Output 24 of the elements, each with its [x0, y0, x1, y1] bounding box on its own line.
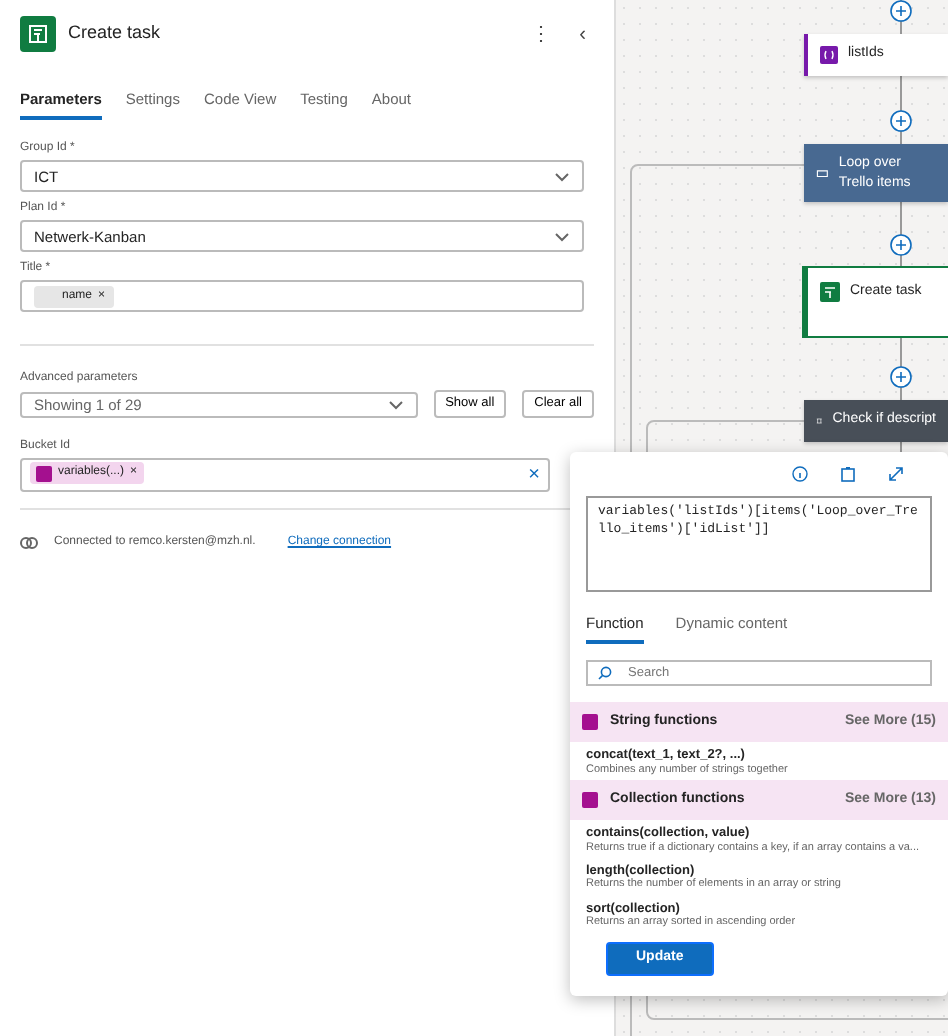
clear-button[interactable]: × [528, 460, 540, 491]
add-step-icon[interactable] [890, 110, 912, 132]
more-button[interactable]: ⋮ [523, 19, 560, 49]
expand-icon [888, 466, 904, 482]
add-step-icon[interactable] [890, 0, 912, 22]
search-icon [598, 666, 612, 681]
connection-icon [20, 536, 38, 551]
function-icon [36, 465, 52, 482]
chevron-down-icon [554, 171, 570, 182]
loop-icon [816, 166, 829, 180]
function-icon [582, 792, 598, 809]
clipboard-icon [840, 466, 856, 482]
planner-icon [20, 16, 56, 52]
panel-title: Create task [68, 20, 163, 47]
add-step-icon[interactable] [890, 234, 912, 256]
planner-icon [820, 282, 840, 302]
variable-icon [820, 46, 838, 64]
chevron-down-icon [387, 399, 404, 410]
add-step-icon[interactable] [890, 366, 912, 388]
function-icon [582, 714, 598, 731]
condition-icon [816, 414, 823, 428]
chevron-down-icon [554, 231, 570, 242]
info-icon [792, 466, 808, 482]
collapse-button[interactable]: ‹ [571, 19, 594, 49]
